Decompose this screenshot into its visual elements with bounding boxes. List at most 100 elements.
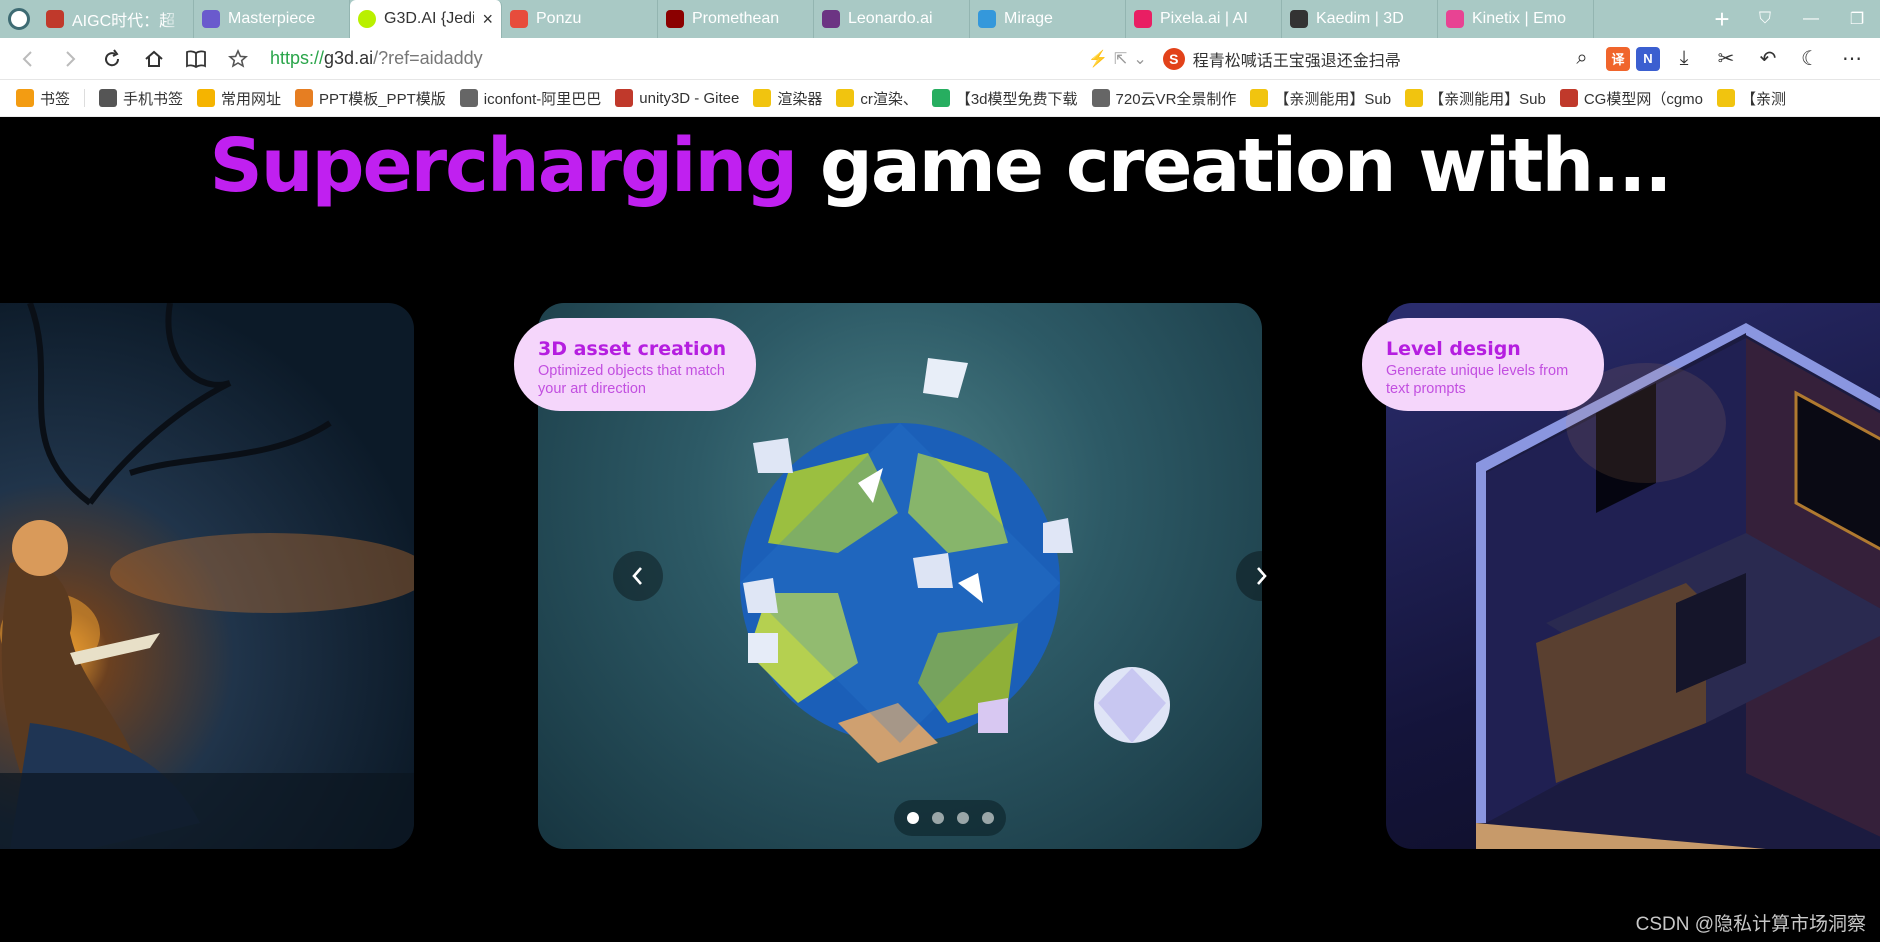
bookmark-label: 【亲测能用】Sub — [1429, 90, 1546, 108]
bookmark-star-button[interactable] — [220, 43, 256, 75]
bookmark-item[interactable]: 手机书签 — [99, 88, 183, 109]
right-toolbar: ⌕ 译 N ⤓ ✂ ↶ ☾ ⋯ — [1564, 43, 1870, 75]
reading-mode-button[interactable] — [178, 43, 214, 75]
restore-button[interactable]: ❐ — [1834, 9, 1880, 29]
carousel-card-left[interactable] — [0, 303, 414, 849]
browser-tab[interactable]: G3D.AI {Jedi} × — [350, 0, 502, 38]
url-path: /?ref=aidaddy — [373, 48, 483, 68]
chevron-down-icon[interactable]: ⌄ — [1133, 49, 1146, 69]
tab-label: Pixela.ai | AI — [1160, 10, 1248, 27]
headline-rest: game creation with... — [819, 123, 1673, 209]
bookmark-item[interactable]: 【3d模型免费下载 — [931, 88, 1078, 109]
menu-icon[interactable]: ⋯ — [1834, 43, 1870, 75]
browser-tab[interactable]: AIGC时代：超 — [38, 0, 194, 38]
extension-icon[interactable]: N — [1636, 46, 1660, 71]
bookmark-item[interactable]: 【亲测 — [1717, 88, 1786, 109]
chevron-right-icon — [1257, 567, 1267, 585]
skin-icon[interactable]: ⛉ — [1742, 10, 1788, 28]
home-icon — [145, 50, 163, 67]
browser-tab[interactable]: Promethean — [658, 0, 814, 38]
watermark-text: CSDN @隐私计算市场洞察 — [1635, 914, 1866, 935]
bookmark-item[interactable]: 书签 — [16, 88, 70, 109]
bookmark-favicon-icon — [459, 89, 478, 107]
bookmark-label: 常用网址 — [221, 90, 282, 108]
back-arrow-icon — [22, 50, 32, 67]
forward-button[interactable] — [52, 43, 88, 75]
download-icon[interactable]: ⤓ — [1666, 43, 1702, 75]
carousel-next-button[interactable] — [1236, 551, 1286, 601]
bookmark-favicon-icon — [1717, 89, 1735, 107]
night-mode-icon[interactable]: ☾ — [1792, 43, 1828, 75]
carousel-dot[interactable] — [931, 812, 944, 824]
page-headline: Supercharging game creation with... — [0, 123, 1880, 209]
search-engine-icon[interactable]: S — [1162, 47, 1185, 70]
browser-tab[interactable]: Ponzu — [502, 0, 658, 38]
browser-tab[interactable]: Pixela.ai | AI — [1126, 0, 1282, 38]
browser-tab[interactable]: Kinetix | Emo — [1438, 0, 1594, 38]
browser-tab[interactable]: Kaedim | 3D — [1282, 0, 1438, 38]
feature-title: 3D asset creation — [538, 338, 727, 360]
bookmark-item[interactable]: cr渲染、 — [836, 88, 918, 109]
tab-label: Kinetix | Emo — [1472, 10, 1566, 27]
carousel-dot[interactable] — [981, 812, 994, 824]
bookmark-item[interactable]: 渲染器 — [753, 88, 822, 109]
home-button[interactable] — [136, 43, 172, 75]
bookmark-item[interactable]: iconfont-阿里巴巴 — [459, 88, 602, 109]
feature-subtitle: Generate unique levels from text prompts — [1386, 363, 1569, 397]
bookmark-label: 手机书签 — [123, 90, 184, 108]
close-tab-icon[interactable]: × — [482, 9, 493, 30]
address-bar[interactable]: https://g3d.ai/?ref=aidaddy — [262, 43, 1082, 75]
carousel-dot[interactable] — [956, 812, 969, 824]
bookmark-label: iconfont-阿里巴巴 — [483, 90, 602, 108]
lightning-icon[interactable]: ⚡ — [1088, 49, 1108, 69]
back-button[interactable] — [10, 43, 46, 75]
bookmark-label: 书签 — [40, 90, 71, 108]
bookmark-favicon-icon — [753, 89, 772, 107]
bookmark-label: CG模型网（cgmo — [1583, 90, 1703, 108]
forward-arrow-icon — [66, 50, 76, 67]
feature-pill-level-design: Level design Generate unique levels from… — [1362, 318, 1604, 411]
bookmark-item[interactable]: 常用网址 — [197, 88, 281, 109]
tab-label: Ponzu — [536, 10, 582, 27]
bookmark-favicon-icon — [1250, 89, 1269, 107]
search-icon[interactable]: ⌕ — [1564, 43, 1600, 75]
bookmark-item[interactable]: PPT模板_PPT模版 — [295, 88, 446, 109]
carousel-dot[interactable] — [906, 812, 919, 824]
feature-title: Level design — [1386, 338, 1521, 360]
address-toolbar: https://g3d.ai/?ref=aidaddy ⚡ ⇱ ⌄ S 程青松喊… — [0, 38, 1880, 80]
tab-list: AIGC时代：超 Masterpiece G3D.AI {Jedi} × Ponzu Pr… — [38, 0, 1702, 38]
feature-pill-3d-asset: 3D asset creation Optimized objects that… — [514, 318, 756, 411]
bookmark-label: 渲染器 — [777, 90, 823, 108]
translate-icon[interactable]: 译 — [1606, 46, 1630, 71]
new-tab-button[interactable]: + — [1702, 0, 1742, 38]
browser-tab[interactable]: Masterpiece — [194, 0, 350, 38]
reload-button[interactable] — [94, 43, 130, 75]
bookmark-favicon-icon — [295, 89, 314, 107]
bookmark-item[interactable]: unity3D - Gitee — [615, 89, 739, 107]
scissors-icon[interactable]: ✂ — [1708, 43, 1744, 75]
bookmark-favicon-icon — [99, 89, 118, 107]
browser-tab[interactable]: Leonardo.ai — [814, 0, 970, 38]
bookmark-item[interactable]: CG模型网（cgmo — [1559, 88, 1703, 109]
bookmark-item[interactable]: 【亲测能用】Sub — [1405, 88, 1546, 109]
minimize-button[interactable]: — — [1788, 10, 1834, 28]
tab-favicon-icon — [1446, 10, 1464, 28]
reading-scene-image — [0, 303, 414, 849]
share-icon[interactable]: ⇱ — [1114, 49, 1127, 69]
tab-label: Mirage — [1004, 10, 1053, 27]
bookmark-label: 【3d模型免费下载 — [955, 90, 1078, 108]
browser-tab[interactable]: Mirage — [970, 0, 1126, 38]
bookmark-item[interactable]: 【亲测能用】Sub — [1250, 88, 1391, 109]
bookmark-separator — [84, 89, 86, 107]
tab-label: G3D.AI {Jedi} — [384, 10, 475, 27]
tab-label: AIGC时代：超 — [72, 13, 176, 30]
headline-accent: Supercharging — [209, 123, 799, 209]
bookmarks-bar: 书签 手机书签 常用网址 PPT模板_PPT模版 iconfont-阿里巴巴 unity3… — [0, 80, 1880, 117]
carousel-prev-button[interactable] — [613, 551, 663, 601]
tab-favicon-icon — [46, 10, 64, 28]
undo-icon[interactable]: ↶ — [1750, 43, 1786, 75]
search-input[interactable]: S 程青松喊话王宝强退还金扫帚 — [1162, 43, 1473, 75]
browser-logo-icon[interactable] — [0, 0, 38, 38]
bookmark-item[interactable]: 720云VR全景制作 — [1091, 88, 1236, 109]
star-icon — [228, 48, 248, 68]
